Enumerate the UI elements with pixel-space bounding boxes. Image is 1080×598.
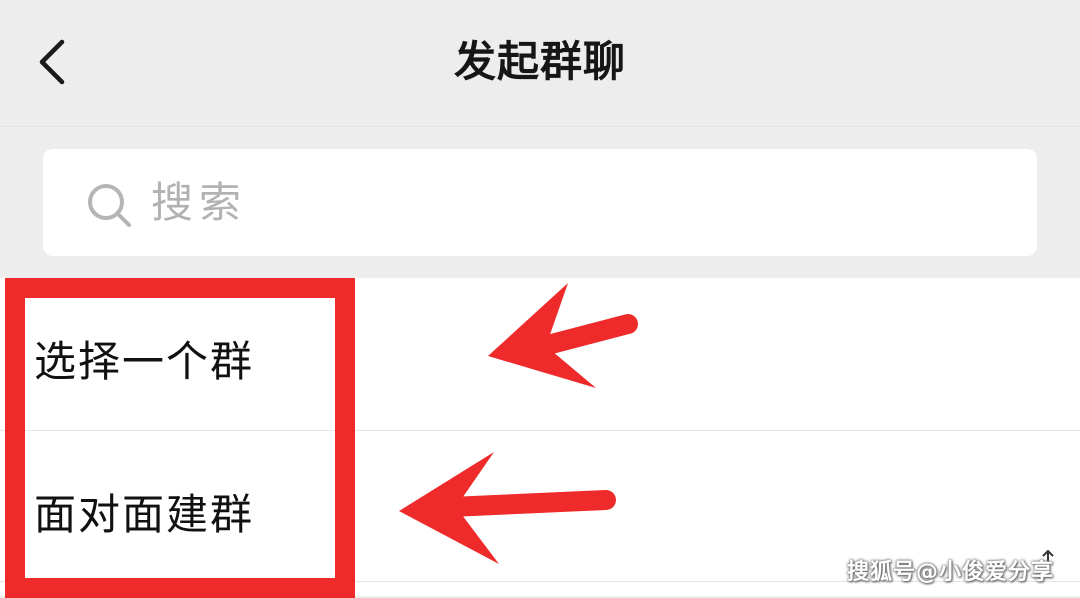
list-item-label: 面对面建群 [34,490,255,539]
search-icon [88,184,131,227]
watermark: 搜狐号@小俊爱分享 [846,560,1054,585]
list-item-select-group[interactable]: 选择一个群 [0,278,1080,430]
search-bar[interactable]: 搜索 [43,149,1037,256]
list-item-label: 选择一个群 [34,337,255,386]
navigation-bar: 发起群聊 [0,0,1080,127]
search-placeholder: 搜索 [151,178,248,227]
page-title: 发起群聊 [453,37,626,86]
options-list: 选择一个群 面对面建群 [0,278,1080,596]
